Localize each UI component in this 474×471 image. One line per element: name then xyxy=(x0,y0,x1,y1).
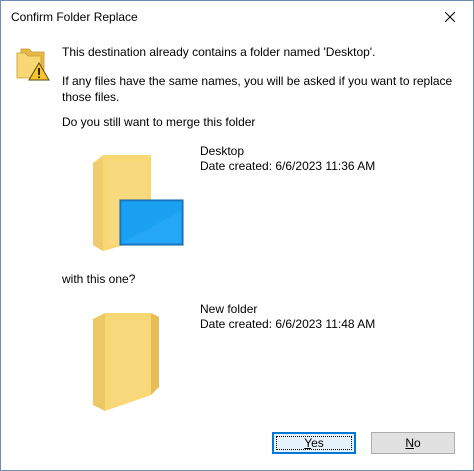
yes-button-label: Yes xyxy=(304,436,324,450)
target-folder-date: Date created: 6/6/2023 11:48 AM xyxy=(200,317,376,331)
message-line-3: Do you still want to merge this folder xyxy=(62,115,256,129)
message-line-1: This destination already contains a fold… xyxy=(62,45,376,59)
close-icon xyxy=(445,12,455,22)
confirm-folder-replace-dialog: Confirm Folder Replace This destination … xyxy=(0,0,474,471)
title-bar[interactable]: Confirm Folder Replace xyxy=(1,1,473,33)
close-button[interactable] xyxy=(427,1,473,33)
message-line-2b: those files. xyxy=(62,90,120,104)
no-button-label: No xyxy=(405,436,421,450)
yes-button[interactable]: Yes xyxy=(272,432,356,454)
desktop-folder-icon[interactable] xyxy=(89,151,185,251)
source-folder-name: Desktop xyxy=(200,144,245,158)
window-title: Confirm Folder Replace xyxy=(11,10,138,24)
no-button[interactable]: No xyxy=(371,432,455,454)
target-folder-name: New folder xyxy=(200,302,258,316)
folder-warning-icon xyxy=(16,48,50,81)
source-folder-date: Date created: 6/6/2023 11:36 AM xyxy=(200,159,376,173)
message-line-2a: If any files have the same names, you wi… xyxy=(62,74,453,88)
with-this-one-text: with this one? xyxy=(62,272,136,286)
folder-icon[interactable] xyxy=(89,311,165,413)
